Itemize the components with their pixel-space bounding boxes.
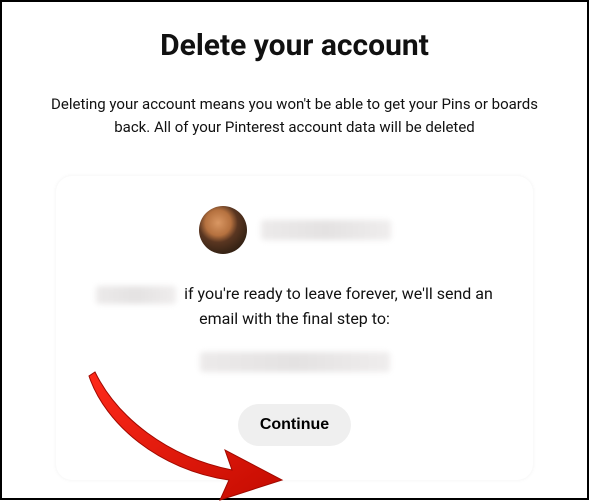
page-title: Delete your account [20, 28, 569, 63]
confirmation-card: if you're ready to leave forever, we'll … [56, 176, 533, 480]
continue-button[interactable]: Continue [238, 404, 351, 446]
confirmation-text: if you're ready to leave forever, we'll … [184, 284, 493, 328]
user-row [96, 206, 493, 254]
name-redacted [96, 286, 176, 304]
avatar [199, 206, 247, 254]
email-redacted [200, 352, 390, 372]
username-redacted [261, 220, 391, 240]
delete-description: Deleting your account means you won't be… [20, 93, 569, 138]
confirmation-message: if you're ready to leave forever, we'll … [96, 282, 493, 332]
